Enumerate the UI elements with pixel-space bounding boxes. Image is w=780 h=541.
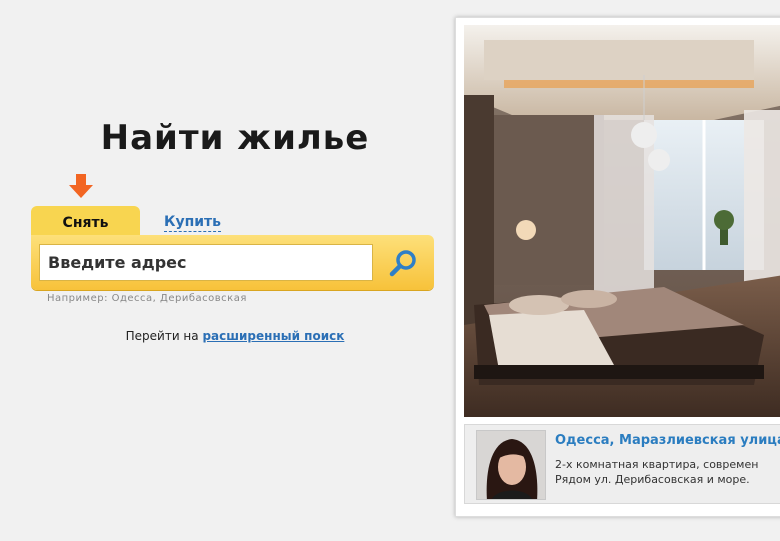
- listing-photo[interactable]: [464, 25, 780, 417]
- listing-title-link[interactable]: Одесса, Маразлиевская улица: [555, 433, 780, 448]
- advanced-search-prefix: Перейти на: [125, 329, 199, 343]
- advanced-search-link[interactable]: расширенный поиск: [202, 329, 344, 343]
- search-icon: [389, 250, 416, 277]
- agent-avatar: [476, 430, 546, 500]
- arrow-down-icon: [69, 174, 93, 198]
- search-bar: Введите адрес: [31, 235, 434, 290]
- search-example-hint: Например: Одесса, Дерибасовская: [47, 293, 247, 304]
- listing-caption[interactable]: Одесса, Маразлиевская улица 2-х комнатна…: [464, 424, 780, 504]
- listing-description-line: Рядом ул. Дерибасовская и море.: [555, 473, 750, 486]
- featured-listing-card[interactable]: Одесса, Маразлиевская улица 2-х комнатна…: [455, 17, 780, 517]
- advanced-search-line: Перейти на расширенный поиск: [40, 329, 430, 343]
- address-search-input[interactable]: Введите адрес: [39, 244, 373, 281]
- listing-description: 2-х комнатная квартира, современ Рядом у…: [555, 457, 758, 487]
- tab-buy[interactable]: Купить: [164, 214, 222, 232]
- search-button[interactable]: [377, 243, 431, 283]
- page-title: Найти жилье: [100, 118, 370, 158]
- listing-description-line: 2-х комнатная квартира, современ: [555, 458, 759, 471]
- tab-rent[interactable]: Снять: [31, 206, 140, 236]
